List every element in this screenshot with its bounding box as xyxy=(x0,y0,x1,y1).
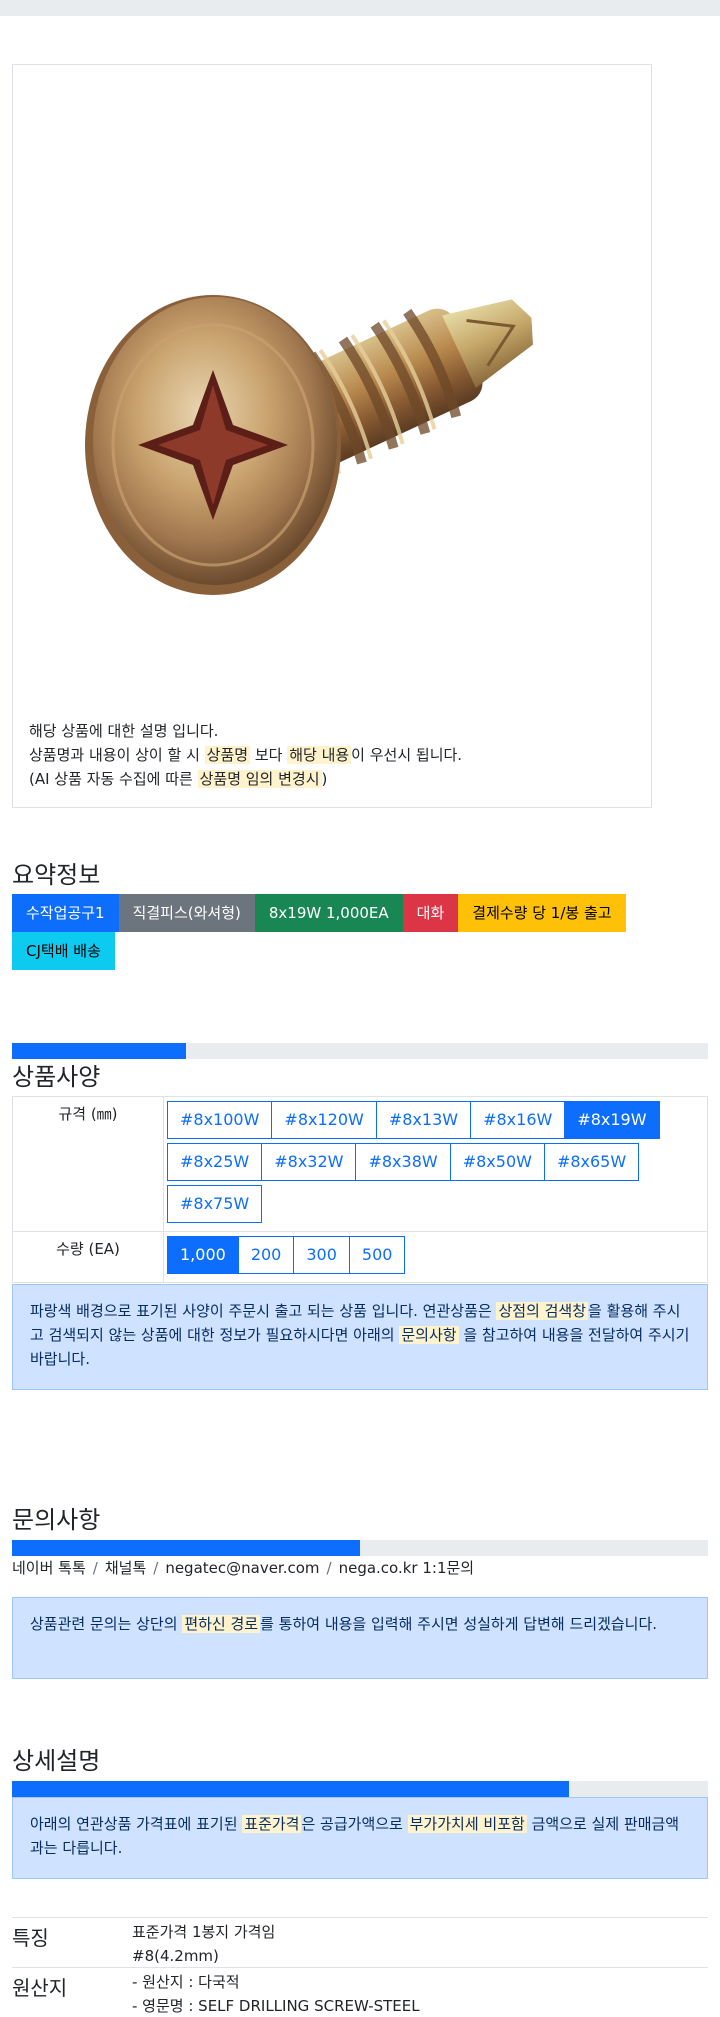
badge-courier: CJ택배 배송 xyxy=(12,932,115,970)
inquiry-channels: 네이버 톡톡 / 채널톡 / negatec@naver.com / nega.co.kr … xyxy=(12,1557,474,1578)
detail-value-origin: - 원산지 : 다국적 - 영문명 : SELF DRILLING SCREW-… xyxy=(132,1970,420,2017)
separator: / xyxy=(153,1559,159,1577)
top-progress-bar xyxy=(0,0,720,16)
inquiry-progress-bar xyxy=(12,1540,708,1556)
description-line-3: (AI 상품 자동 수집에 따른 상품명 임의 변경시) xyxy=(29,767,639,791)
qty-option-500[interactable]: 500 xyxy=(348,1236,406,1274)
highlight-search: 상점의 검색창 xyxy=(496,1302,589,1320)
separator: / xyxy=(326,1559,332,1577)
description-line-2: 상품명과 내용이 상이 할 시 상품명 보다 해당 내용 이 우선시 됩니다. xyxy=(29,743,639,767)
highlight-product-name: 상품명 xyxy=(204,746,251,764)
qty-option-300[interactable]: 300 xyxy=(293,1236,350,1274)
channel-site-inquiry[interactable]: nega.co.kr 1:1문의 xyxy=(339,1559,475,1577)
spec-row-qty: 수량 (EA) 1,000 200 300 500 xyxy=(12,1231,708,1283)
size-option-8x50w[interactable]: #8x50W xyxy=(449,1143,545,1181)
size-option-8x32w[interactable]: #8x32W xyxy=(261,1143,357,1181)
qty-option-200[interactable]: 200 xyxy=(237,1236,295,1274)
detail-value-line: 표준가격 1봉지 가격임 xyxy=(132,1923,276,1941)
description-text: 보다 xyxy=(250,746,288,764)
detail-title: 상세설명 xyxy=(12,1747,101,1775)
size-button-group: #8x100W #8x120W #8x13W #8x16W #8x19W xyxy=(167,1101,707,1143)
size-option-8x25w[interactable]: #8x25W xyxy=(167,1143,263,1181)
highlight-content: 해당 내용 xyxy=(287,746,352,764)
size-option-8x75w[interactable]: #8x75W xyxy=(167,1185,263,1223)
size-button-group: #8x25W #8x32W #8x38W #8x50W #8x65W xyxy=(167,1143,707,1185)
size-button-group: #8x75W xyxy=(167,1185,707,1223)
badge-category: 수작업공구1 xyxy=(12,894,119,932)
badge-brand: 대화 xyxy=(402,894,459,932)
badge-spec: 8x19W 1,000EA xyxy=(254,894,403,932)
notice-text: 상품관련 문의는 상단의 xyxy=(30,1615,183,1633)
qty-options: 1,000 200 300 500 xyxy=(163,1231,708,1283)
size-option-8x16w[interactable]: #8x16W xyxy=(470,1101,566,1139)
product-image-card: 해당 상품에 대한 설명 입니다. 상품명과 내용이 상이 할 시 상품명 보다… xyxy=(12,64,652,808)
notice-text: 은 공급가액으로 xyxy=(301,1815,408,1833)
spec-row-size: 규격 (㎜) #8x100W #8x120W #8x13W #8x16W #8x… xyxy=(12,1096,708,1232)
detail-notice: 아래의 연관상품 가격표에 표기된 표준가격 은 공급가액으로 부가가치세 비포함… xyxy=(12,1797,708,1879)
inquiry-notice: 상품관련 문의는 상단의 편하신 경로 를 통하여 내용을 입력해 주시면 성실하… xyxy=(12,1597,708,1679)
detail-value-line: - 원산지 : 다국적 xyxy=(132,1973,240,1991)
inquiry-progress-fill xyxy=(12,1540,360,1556)
inquiry-title: 문의사항 xyxy=(12,1506,101,1534)
spec-title: 상품사양 xyxy=(12,1063,101,1091)
highlight-vat-excluded: 부가가치세 비포함 xyxy=(407,1815,527,1833)
highlight-name-change: 상품명 임의 변경시 xyxy=(197,770,322,788)
summary-badges: 수작업공구1 직결피스(와셔형) 8x19W 1,000EA 대화 결제수량 당… xyxy=(12,894,672,970)
detail-row-feature: 특징 표준가격 1봉지 가격임 #8(4.2mm) xyxy=(12,1917,708,1967)
product-photo xyxy=(85,295,533,595)
description-text: (AI 상품 자동 수집에 따른 xyxy=(29,770,198,788)
size-option-8x13w[interactable]: #8x13W xyxy=(375,1101,472,1139)
badge-type: 직결피스(와셔형) xyxy=(118,894,255,932)
notice-text: 아래의 연관상품 가격표에 표기된 xyxy=(30,1815,243,1833)
summary-title: 요약정보 xyxy=(12,861,101,889)
product-description: 해당 상품에 대한 설명 입니다. 상품명과 내용이 상이 할 시 상품명 보다… xyxy=(29,719,639,791)
detail-progress-fill xyxy=(12,1781,569,1797)
detail-value-feature: 표준가격 1봉지 가격임 #8(4.2mm) xyxy=(132,1920,275,1968)
description-line-1: 해당 상품에 대한 설명 입니다. xyxy=(29,722,219,740)
channel-naver-talktalk[interactable]: 네이버 톡톡 xyxy=(12,1559,86,1577)
size-option-8x65w[interactable]: #8x65W xyxy=(543,1143,640,1181)
size-option-8x19w[interactable]: #8x19W xyxy=(564,1101,660,1139)
detail-progress-bar xyxy=(12,1781,708,1797)
description-text: 이 우선시 됩니다. xyxy=(351,746,463,764)
highlight-standard-price: 표준가격 xyxy=(242,1815,302,1833)
qty-label: 수량 (EA) xyxy=(12,1231,164,1283)
size-option-8x120w[interactable]: #8x120W xyxy=(271,1101,377,1139)
channel-channeltalk[interactable]: 채널톡 xyxy=(105,1559,146,1577)
detail-key-feature: 특징 xyxy=(12,1926,49,1950)
qty-option-1000[interactable]: 1,000 xyxy=(167,1236,239,1274)
description-text: 상품명과 내용이 상이 할 시 xyxy=(29,746,205,764)
detail-row-origin: 원산지 - 원산지 : 다국적 - 영문명 : SELF DRILLING SC… xyxy=(12,1967,708,2017)
size-option-8x100w[interactable]: #8x100W xyxy=(167,1101,273,1139)
qty-button-group: 1,000 200 300 500 xyxy=(167,1236,707,1274)
size-option-8x38w[interactable]: #8x38W xyxy=(355,1143,451,1181)
spec-notice: 파랑색 배경으로 표기된 사양이 주문시 출고 되는 상품 입니다. 연관상품은… xyxy=(12,1284,708,1390)
highlight-route: 편하신 경로 xyxy=(182,1615,261,1633)
description-text: ) xyxy=(321,770,328,788)
badge-shipping-unit: 결제수량 당 1/봉 출고 xyxy=(458,894,626,932)
notice-text: 를 통하여 내용을 입력해 주시면 성실하게 답변해 드리겠습니다. xyxy=(260,1615,658,1633)
detail-key-origin: 원산지 xyxy=(12,1976,68,2000)
detail-value-line: - 영문명 : SELF DRILLING SCREW-STEEL xyxy=(132,1997,420,2015)
notice-text: 파랑색 배경으로 표기된 사양이 주문시 출고 되는 상품 입니다. 연관상품은 xyxy=(30,1302,497,1320)
spec-table: 규격 (㎜) #8x100W #8x120W #8x13W #8x16W #8x… xyxy=(12,1096,708,1283)
channel-email[interactable]: negatec@naver.com xyxy=(165,1559,319,1577)
separator: / xyxy=(92,1559,98,1577)
size-label: 규격 (㎜) xyxy=(12,1096,164,1232)
highlight-inquiry: 문의사항 xyxy=(399,1326,459,1344)
detail-value-line: #8(4.2mm) xyxy=(132,1947,219,1965)
spec-progress-bar xyxy=(12,1043,708,1059)
size-options: #8x100W #8x120W #8x13W #8x16W #8x19W #8x… xyxy=(163,1096,708,1232)
